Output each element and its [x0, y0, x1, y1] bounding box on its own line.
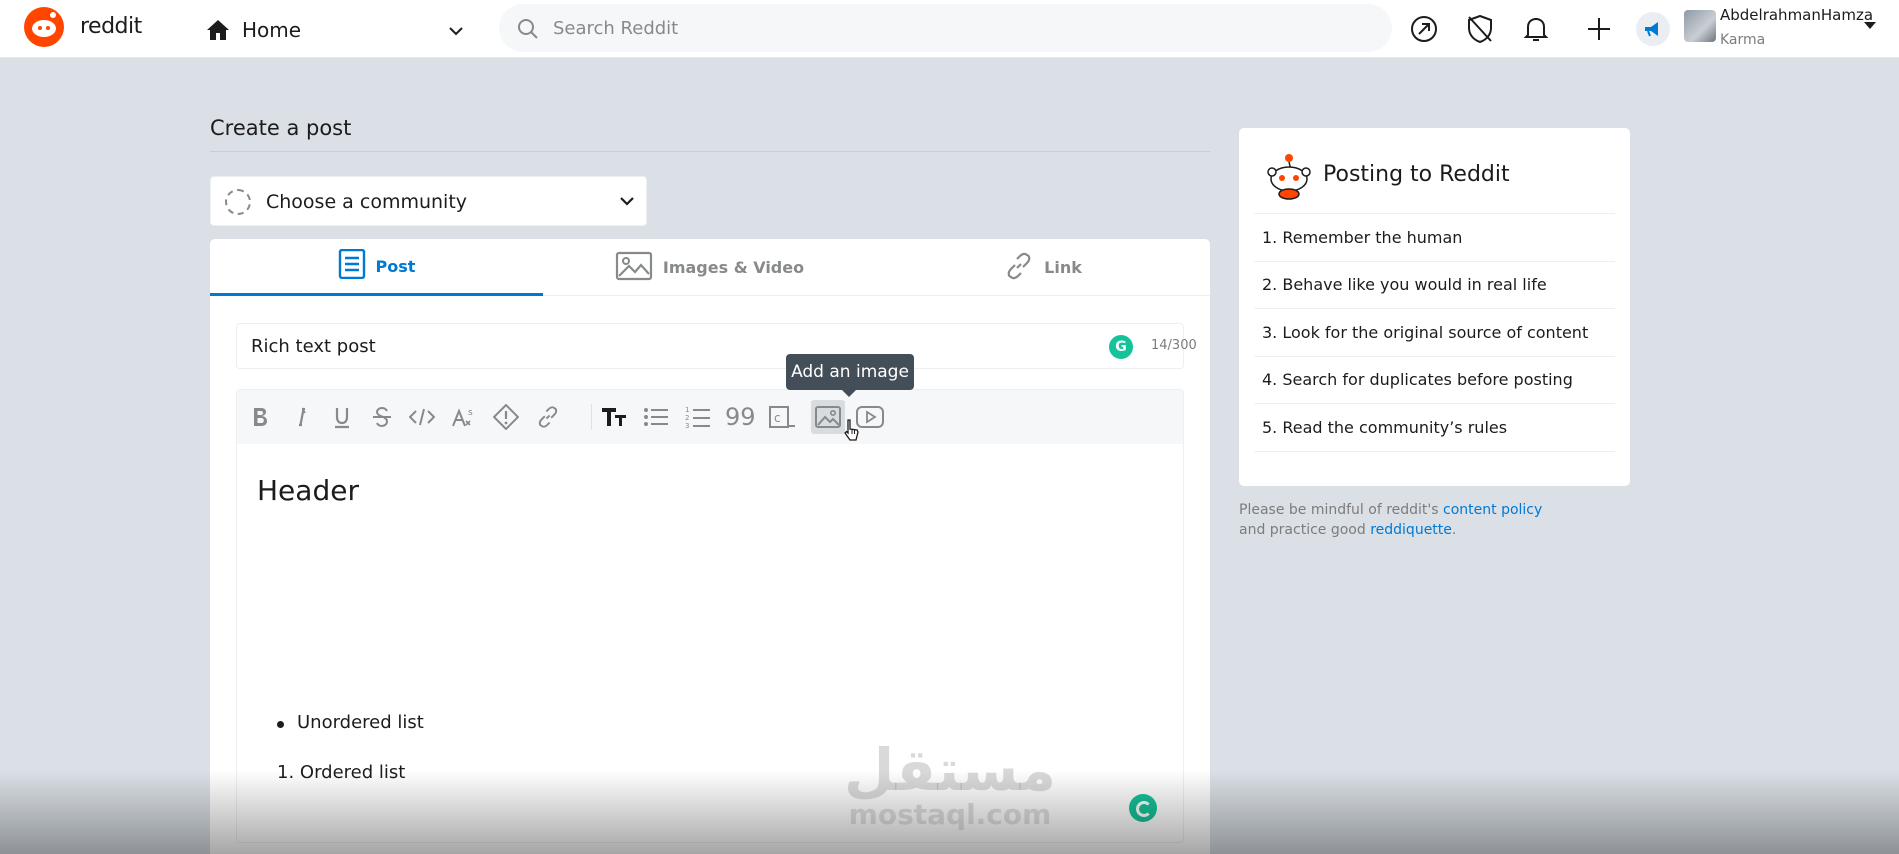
content-policy-link[interactable]: content policy — [1443, 502, 1542, 518]
rule-item: 5. Read the community’s rules — [1254, 404, 1615, 452]
svg-text:3: 3 — [685, 422, 689, 429]
link-icon — [1004, 251, 1034, 285]
logo-face — [32, 20, 56, 37]
superscript-icon[interactable]: s — [447, 400, 481, 434]
rules-title: Posting to Reddit — [1323, 162, 1510, 187]
caret-down-icon — [1864, 22, 1876, 29]
home-feed-switcher[interactable]: Home — [200, 12, 472, 46]
tab-images-video-label: Images & Video — [662, 258, 805, 277]
tab-link-label: Link — [1044, 258, 1082, 277]
tab-link[interactable]: Link — [876, 239, 1210, 296]
user-menu[interactable]: AbdelrahmanHamza Karma — [1684, 4, 1884, 54]
unordered-list-item: Unordered list — [297, 712, 424, 733]
avatar — [1684, 10, 1716, 42]
home-icon — [206, 19, 230, 45]
code-block-icon[interactable]: c — [765, 400, 799, 434]
tab-images-video[interactable]: Images & Video — [543, 239, 876, 296]
title-divider — [210, 151, 1210, 152]
svg-text:99: 99 — [725, 406, 755, 428]
svg-text:2: 2 — [685, 414, 689, 422]
numbered-list-icon[interactable]: 123 — [681, 400, 715, 434]
chevron-down-icon — [618, 193, 636, 212]
popular-icon[interactable] — [1407, 12, 1441, 46]
community-placeholder-icon — [225, 189, 251, 215]
reddit-wordmark[interactable]: reddit — [80, 14, 142, 39]
grammarly-icon[interactable]: G — [1109, 335, 1133, 359]
rule-item: 2. Behave like you would in real life — [1254, 262, 1615, 309]
pointer-cursor-icon — [843, 418, 861, 446]
svg-text:1: 1 — [685, 406, 689, 414]
logo-antenna — [50, 12, 56, 18]
quote-block-icon[interactable]: 99 — [723, 400, 757, 434]
formatting-toolbar: s 123 99 c — [237, 390, 1183, 444]
grammarly-status-icon[interactable] — [1129, 794, 1157, 822]
rule-item: 3. Look for the original source of conte… — [1254, 309, 1615, 357]
rules-list: 1. Remember the human 2. Behave like you… — [1254, 213, 1615, 452]
reddit-logo-icon[interactable] — [24, 7, 64, 47]
user-karma: Karma — [1720, 32, 1766, 48]
editor-header-text: Header — [257, 474, 359, 507]
editor-content[interactable]: Header Unordered list 1. Ordered list — [237, 444, 1183, 842]
reddiquette-link[interactable]: reddiquette — [1370, 522, 1452, 538]
content-policy-note: Please be mindful of reddit's content po… — [1239, 500, 1630, 540]
title-field: G 14/300 — [236, 323, 1197, 369]
page-title: Create a post — [210, 116, 352, 140]
snoo-mascot-icon — [1267, 152, 1311, 204]
bold-icon[interactable] — [243, 400, 277, 434]
underline-icon[interactable] — [325, 400, 359, 434]
add-image-tooltip: Add an image — [786, 354, 914, 397]
title-char-counter: 14/300 — [1151, 338, 1197, 353]
search-icon — [517, 18, 539, 44]
svg-text:s: s — [468, 408, 473, 418]
notifications-bell-icon[interactable] — [1519, 12, 1553, 46]
posting-rules-card: Posting to Reddit 1. Remember the human … — [1239, 128, 1630, 486]
post-title-input[interactable] — [251, 324, 1051, 368]
create-post-plus-icon[interactable] — [1582, 12, 1616, 46]
rule-item: 1. Remember the human — [1254, 214, 1615, 262]
moderation-shield-icon[interactable] — [1463, 12, 1497, 46]
policy-text: . — [1451, 522, 1457, 538]
heading-icon[interactable] — [597, 400, 631, 434]
top-bar: reddit Home AbdelrahmanHamza Karma — [0, 0, 1899, 58]
chevron-down-icon — [448, 22, 464, 41]
list-bullet — [277, 721, 284, 728]
policy-text: and practice good — [1239, 522, 1371, 538]
document-icon — [338, 248, 366, 283]
home-label: Home — [242, 18, 302, 42]
link-icon[interactable] — [531, 400, 565, 434]
image-icon — [615, 251, 653, 285]
rich-text-editor: s 123 99 c Header Unordered list 1. Orde… — [236, 389, 1184, 843]
add-image-icon[interactable] — [811, 400, 845, 434]
strikethrough-icon[interactable] — [365, 400, 399, 434]
search-bar — [499, 4, 1392, 52]
community-label: Choose a community — [266, 191, 468, 213]
post-editor-card: Post Images & Video Link G 14/300 — [210, 239, 1210, 854]
ordered-list-item: 1. Ordered list — [277, 762, 406, 783]
tab-post-label: Post — [375, 256, 416, 276]
user-name: AbdelrahmanHamza — [1720, 6, 1874, 24]
toolbar-divider — [591, 404, 592, 430]
rule-item: 4. Search for duplicates before posting — [1254, 357, 1615, 404]
policy-text: Please be mindful of reddit's — [1239, 502, 1444, 518]
svg-text:c: c — [774, 411, 781, 425]
post-type-tabs: Post Images & Video Link — [210, 239, 1210, 296]
bulleted-list-icon[interactable] — [639, 400, 673, 434]
choose-community-dropdown[interactable]: Choose a community — [210, 176, 647, 226]
inline-code-icon[interactable] — [405, 400, 439, 434]
advertise-megaphone-icon[interactable] — [1636, 12, 1670, 46]
search-input[interactable] — [553, 4, 1373, 52]
spoiler-icon[interactable] — [489, 400, 523, 434]
italic-icon[interactable] — [285, 400, 319, 434]
tab-post[interactable]: Post — [210, 239, 543, 296]
